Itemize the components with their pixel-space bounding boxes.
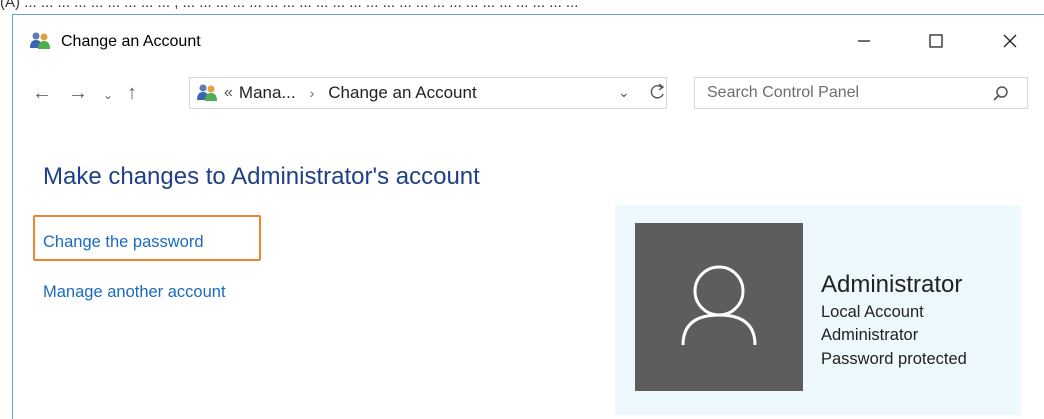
search-icon[interactable] (991, 84, 1011, 104)
chevron-down-icon: ⌄ (102, 88, 114, 102)
minimize-icon (858, 40, 870, 42)
breadcrumb-overflow[interactable]: « (224, 84, 233, 102)
page-heading: Make changes to Administrator's account (43, 163, 480, 190)
maximize-icon (929, 34, 943, 48)
minimize-button[interactable] (841, 25, 887, 57)
maximize-button[interactable] (913, 25, 959, 57)
refresh-icon[interactable] (650, 82, 666, 102)
navigation-bar: ← → ⌄ ↑ « Mana... › Change an Account ⌄ (13, 73, 1044, 113)
breadcrumb-separator[interactable]: › (310, 85, 315, 101)
breadcrumb-parent[interactable]: Mana... (239, 83, 296, 103)
title-bar: Change an Account (13, 15, 1044, 63)
address-dropdown-button[interactable]: ⌄ (618, 84, 630, 101)
change-password-link[interactable]: Change the password (43, 233, 204, 252)
account-name: Administrator (821, 271, 963, 298)
recent-locations-button[interactable]: ⌄ (97, 85, 119, 105)
up-arrow-icon: ↑ (127, 81, 137, 104)
users-icon (30, 32, 50, 49)
up-button[interactable]: ↑ (121, 81, 143, 104)
account-role: Administrator (821, 326, 919, 344)
forward-arrow-icon: → (68, 81, 88, 104)
search-input[interactable]: Search Control Panel (707, 84, 859, 102)
manage-another-account-link[interactable]: Manage another account (43, 283, 226, 302)
avatar (635, 223, 803, 391)
account-info-panel: Administrator Local Account Administrato… (615, 205, 1021, 415)
caption-fragment: (A) ... ... ... ... ... ... ... ... ... … (0, 0, 1044, 14)
caption-fragment-text: (A) ... ... ... ... ... ... ... ... ... … (0, 0, 579, 11)
forward-button[interactable]: → (67, 81, 89, 104)
breadcrumb-current[interactable]: Change an Account (328, 83, 476, 103)
account-type: Local Account (821, 303, 924, 321)
account-password-status: Password protected (821, 350, 967, 368)
close-icon (1003, 34, 1017, 48)
back-arrow-icon: ← (32, 81, 52, 104)
address-bar[interactable]: « Mana... › Change an Account ⌄ (189, 77, 667, 109)
close-button[interactable] (987, 25, 1033, 57)
change-account-window: Change an Account ← → ⌄ ↑ « Mana... › Ch… (12, 14, 1044, 419)
user-icon (681, 265, 757, 346)
search-box[interactable]: Search Control Panel (694, 77, 1028, 109)
back-button[interactable]: ← (31, 81, 53, 104)
users-icon (197, 84, 217, 101)
window-title: Change an Account (61, 33, 201, 50)
